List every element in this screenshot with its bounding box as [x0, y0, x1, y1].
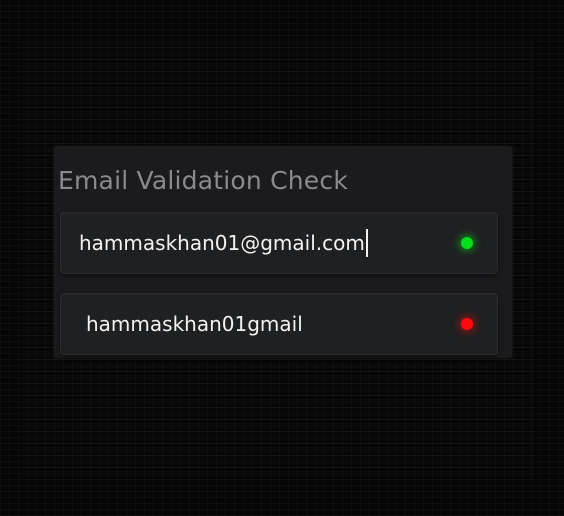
page-title: Email Validation Check	[58, 166, 349, 195]
text-cursor	[365, 229, 368, 257]
page-background: Email Validation Check hammaskhan01@gmai…	[0, 0, 564, 516]
email-input-value: hammaskhan01gmail	[86, 312, 303, 336]
email-validation-card: Email Validation Check hammaskhan01@gmai…	[54, 146, 512, 358]
email-input-value: hammaskhan01@gmail.com	[79, 231, 365, 255]
email-input-invalid[interactable]: hammaskhan01gmail	[60, 293, 498, 355]
red-status-dot-icon	[461, 318, 473, 330]
email-input-valid[interactable]: hammaskhan01@gmail.com	[60, 212, 498, 274]
green-status-dot-icon	[461, 237, 473, 249]
